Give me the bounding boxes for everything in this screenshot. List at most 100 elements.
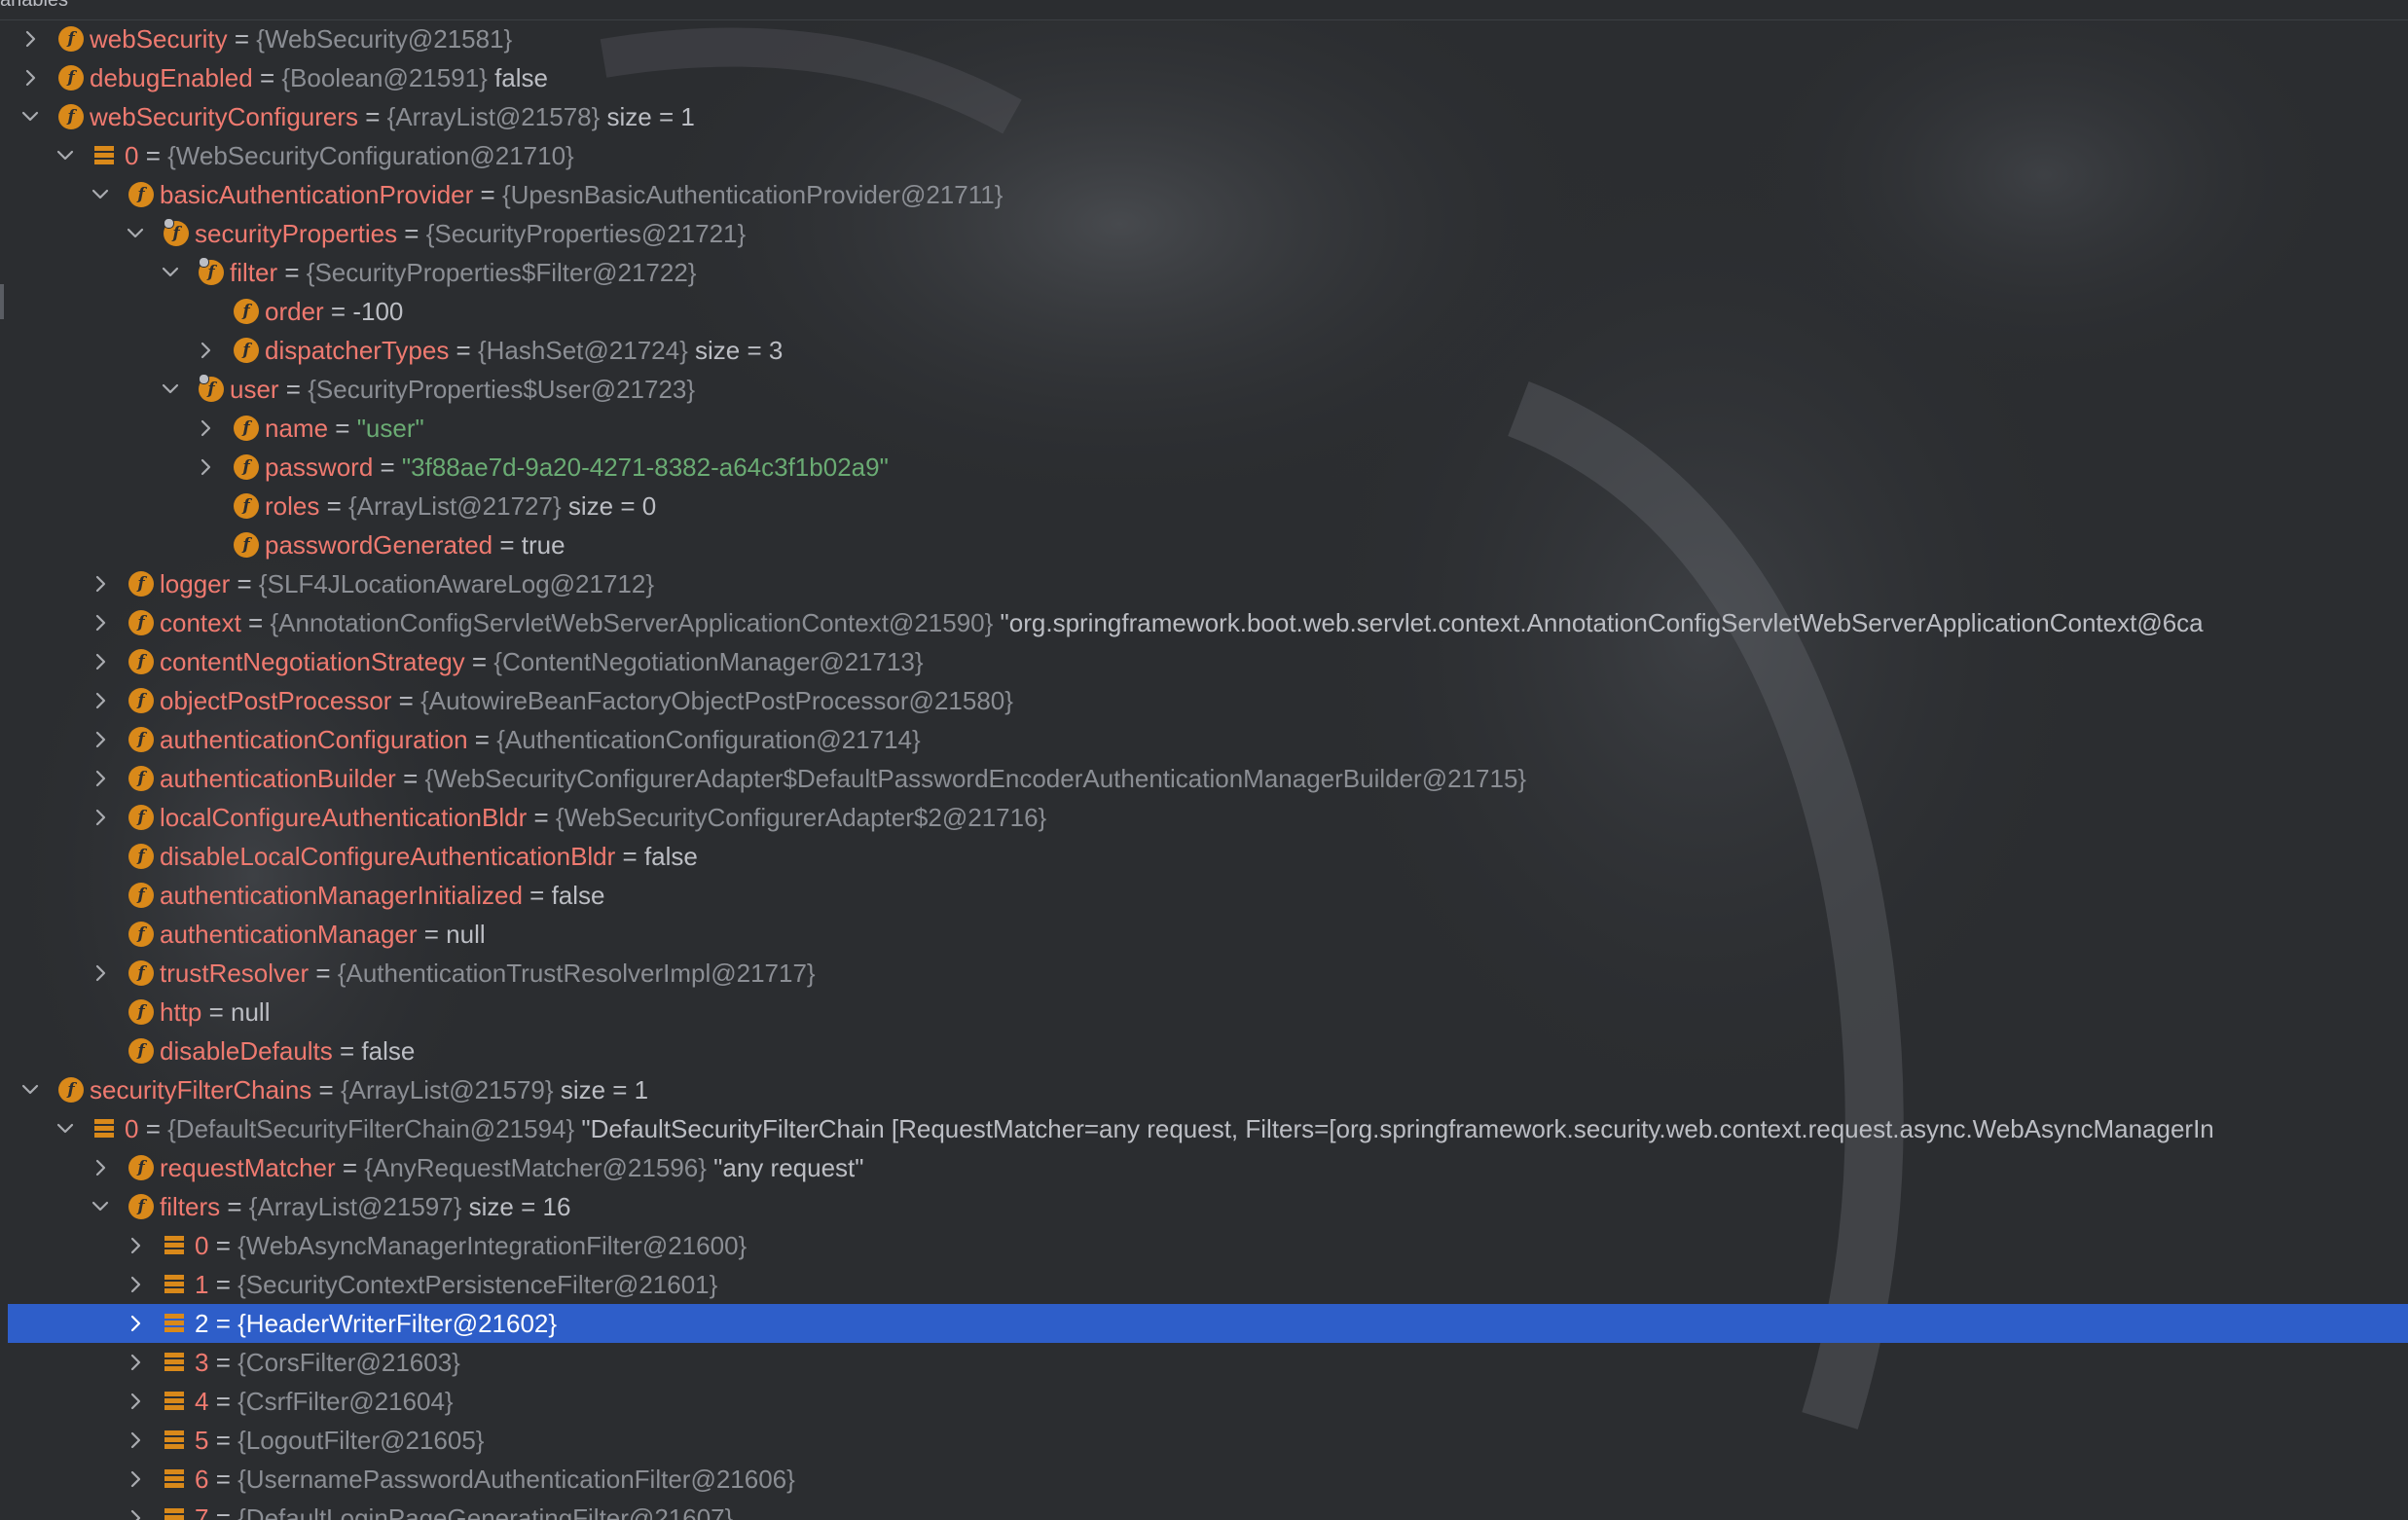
chevron-right-icon[interactable] [191,409,220,448]
tree-row[interactable]: f filters = {ArrayList@21597} size = 16 [8,1187,2408,1226]
tree-row-text: 7 = {DefaultLoginPageGeneratingFilter@21… [195,1499,2408,1520]
chevron-right-icon[interactable] [121,1265,150,1304]
equals-sign: = [395,764,425,793]
chevron-right-icon[interactable] [86,603,115,642]
variables-tree[interactable]: f webSecurity = {WebSecurity@21581} f debug… [0,0,2408,1520]
tree-row[interactable]: f debugEnabled = {Boolean@21591} false [8,58,2408,97]
chevron-down-icon[interactable] [51,1109,80,1148]
chevron-right-icon[interactable] [121,1499,150,1520]
tree-row[interactable]: f passwordGenerated = true [8,525,2408,564]
tree-row[interactable]: f webSecurityConfigurers = {ArrayList@215… [8,97,2408,136]
tree-row[interactable]: 6 = {UsernamePasswordAuthenticationFilte… [8,1460,2408,1499]
tree-row[interactable]: 0 = {WebAsyncManagerIntegrationFilter@21… [8,1226,2408,1265]
tree-row[interactable]: 5 = {LogoutFilter@21605} [8,1421,2408,1460]
chevron-right-icon[interactable] [191,331,220,370]
tree-row[interactable]: f context = {AnnotationConfigServletWebSe… [8,603,2408,642]
type-label: {UsernamePasswordAuthenticationFilter@21… [237,1465,795,1494]
tree-row[interactable]: f authenticationManagerInitialized = fals… [8,876,2408,915]
equals-sign: = [208,1426,238,1455]
type-label: {SLF4JLocationAwareLog@21712} [258,569,655,598]
field-name: order [265,297,324,326]
tree-row[interactable]: 3 = {CorsFilter@21603} [8,1343,2408,1382]
tree-row[interactable]: f basicAuthenticationProvider = {UpesnBas… [8,175,2408,214]
equals-sign: = [449,336,478,365]
chevron-down-icon[interactable] [156,253,185,292]
tree-row[interactable]: f http = null [8,993,2408,1031]
chevron-down-icon[interactable] [156,370,185,409]
chevron-right-icon[interactable] [86,681,115,720]
tree-row[interactable]: f password = "3f88ae7d-9a20-4271-8382-a64… [8,448,2408,487]
chevron-down-icon[interactable] [51,136,80,175]
tree-row[interactable]: f dispatcherTypes = {HashSet@21724} size … [8,331,2408,370]
chevron-down-icon[interactable] [16,1070,45,1109]
equals-sign: = [527,803,556,832]
tree-row[interactable]: f localConfigureAuthenticationBldr = {Web… [8,798,2408,837]
chevron-right-icon[interactable] [86,759,115,798]
tree-row-text: disableDefaults = false [160,1031,2408,1070]
field-name: disableDefaults [160,1036,333,1066]
chevron-right-icon[interactable] [191,448,220,487]
chevron-right-icon[interactable] [16,19,45,58]
tree-row[interactable]: 0 = {DefaultSecurityFilterChain@21594} "… [8,1109,2408,1148]
tree-row-text: roles = {ArrayList@21727} size = 0 [265,487,2408,525]
field-icon: f [234,416,259,441]
chevron-right-icon[interactable] [16,58,45,97]
tree-row[interactable]: f authenticationBuilder = {WebSecurityCon… [8,759,2408,798]
tree-row[interactable]: f disableDefaults = false [8,1031,2408,1070]
tree-row[interactable]: f contentNegotiationStrategy = {ContentNe… [8,642,2408,681]
chevron-right-icon[interactable] [86,642,115,681]
field-name: user [230,375,279,404]
chevron-right-icon[interactable] [86,798,115,837]
chevron-right-icon[interactable] [121,1382,150,1421]
chevron-down-icon[interactable] [121,214,150,253]
chevron-down-icon[interactable] [86,1187,115,1226]
chevron-right-icon[interactable] [121,1460,150,1499]
tree-row-text: 4 = {CsrfFilter@21604} [195,1382,2408,1421]
tree-row[interactable]: f order = -100 [8,292,2408,331]
chevron-right-icon[interactable] [86,1148,115,1187]
tree-row[interactable]: f disableLocalConfigureAuthenticationBldr… [8,837,2408,876]
chevron-right-icon[interactable] [86,954,115,993]
field-icon: f [128,1155,154,1180]
tree-row[interactable]: f securityFilterChains = {ArrayList@21579… [8,1070,2408,1109]
tree-row[interactable]: f trustResolver = {AuthenticationTrustRes… [8,954,2408,993]
tree-row[interactable]: f authenticationConfiguration = {Authenti… [8,720,2408,759]
tree-row[interactable]: f logger = {SLF4JLocationAwareLog@21712} [8,564,2408,603]
tree-row[interactable]: f webSecurity = {WebSecurity@21581} [8,19,2408,58]
tree-row-text: authenticationConfiguration = {Authentic… [160,720,2408,759]
chevron-down-icon[interactable] [16,97,45,136]
equals-sign: = [493,530,522,560]
tree-row[interactable]: f filter = {SecurityProperties$Filter@217… [8,253,2408,292]
field-value: -100 [352,297,404,326]
tree-row[interactable]: 0 = {WebSecurityConfiguration@21710} [8,136,2408,175]
chevron-down-icon[interactable] [86,175,115,214]
chevron-right-icon[interactable] [121,1343,150,1382]
chevron-right-icon[interactable] [86,564,115,603]
chevron-right-icon[interactable] [121,1421,150,1460]
field-icon: f [128,688,154,713]
tree-row-text: debugEnabled = {Boolean@21591} false [90,58,2408,97]
tree-row-text: 1 = {SecurityContextPersistenceFilter@21… [195,1265,2408,1304]
tree-row[interactable]: f objectPostProcessor = {AutowireBeanFact… [8,681,2408,720]
tree-row[interactable]: f requestMatcher = {AnyRequestMatcher@215… [8,1148,2408,1187]
chevron-right-icon[interactable] [86,720,115,759]
type-label: {ArrayList@21578} [386,102,601,131]
field-name: webSecurityConfigurers [90,102,359,131]
tree-row[interactable]: f user = {SecurityProperties$User@21723} [8,370,2408,409]
selected-tree-row[interactable]: 2 = {HeaderWriterFilter@21602} [8,1304,2408,1343]
tree-row[interactable]: f name = "user" [8,409,2408,448]
equals-sign: = [240,608,271,637]
tree-row-text: securityFilterChains = {ArrayList@21579}… [90,1070,2408,1109]
equals-sign: = [473,180,502,209]
tree-row[interactable]: f roles = {ArrayList@21727} size = 0 [8,487,2408,525]
tree-row-text: user = {SecurityProperties$User@21723} [230,370,2408,409]
tree-row[interactable]: f authenticationManager = null [8,915,2408,954]
tree-row[interactable]: 7 = {DefaultLoginPageGeneratingFilter@21… [8,1499,2408,1520]
array-element-icon [164,1235,185,1256]
chevron-right-icon[interactable] [121,1304,150,1343]
tree-row[interactable]: 4 = {CsrfFilter@21604} [8,1382,2408,1421]
chevron-right-icon[interactable] [121,1226,150,1265]
tree-row[interactable]: 1 = {SecurityContextPersistenceFilter@21… [8,1265,2408,1304]
tree-row[interactable]: f securityProperties = {SecurityPropertie… [8,214,2408,253]
equals-sign: = [208,1231,238,1260]
